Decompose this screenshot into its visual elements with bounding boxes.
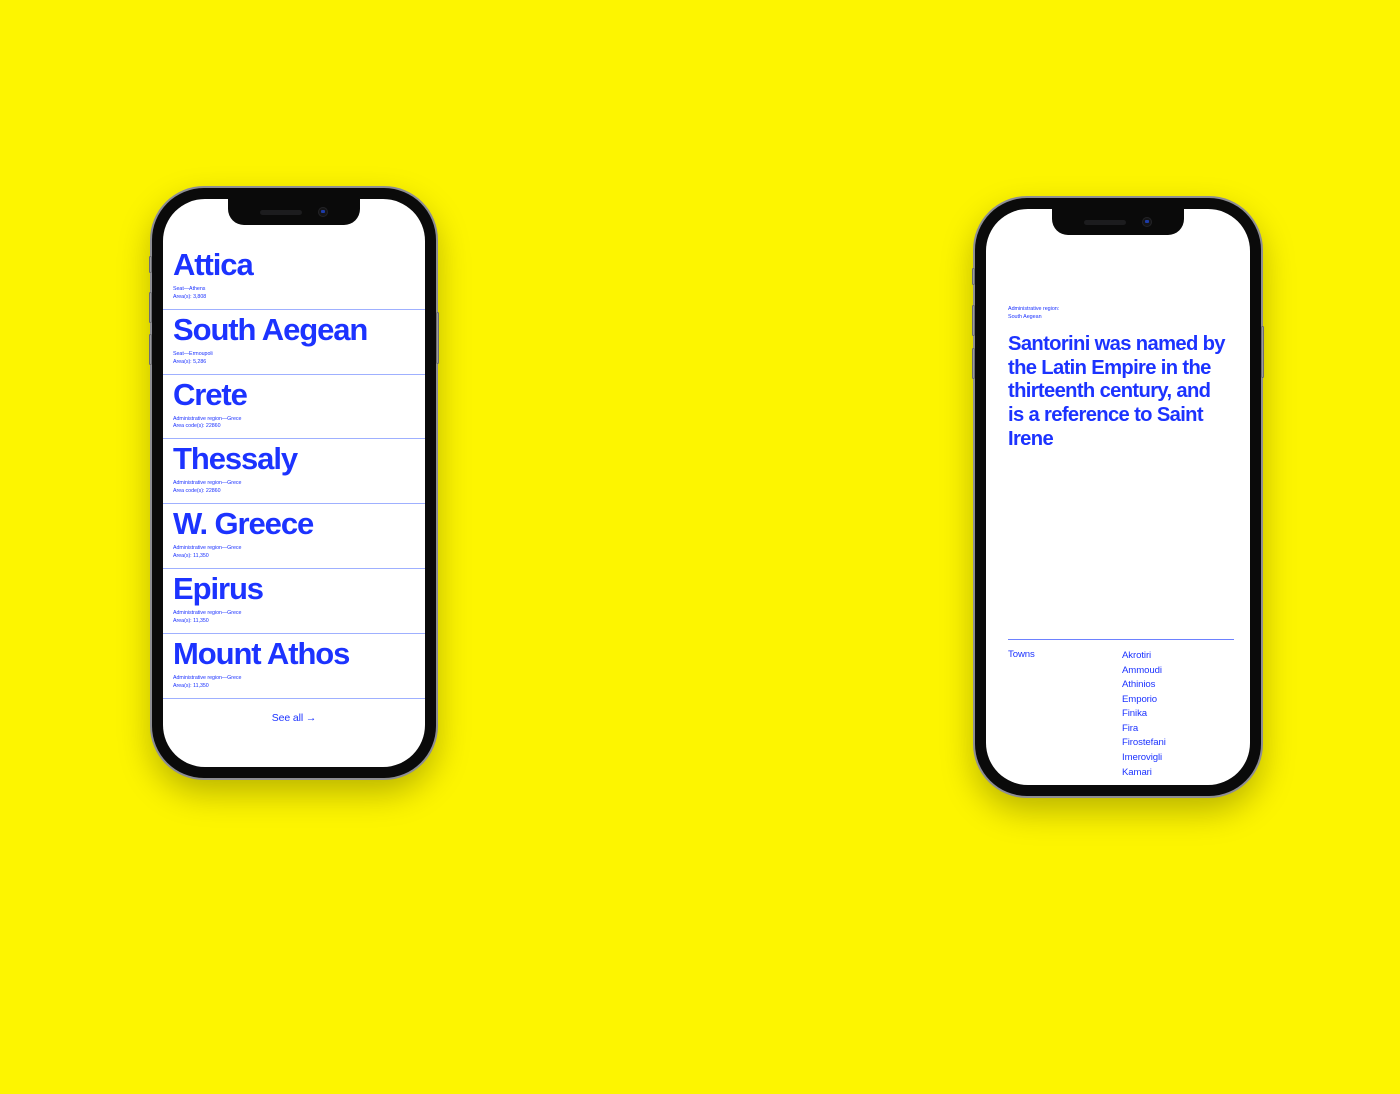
article-body: Administrative region: South Aegean Sant…	[986, 209, 1250, 452]
volume-up-button[interactable]	[149, 292, 152, 323]
region-meta-line-1: Administrative region—Grece	[173, 480, 242, 487]
region-meta: Administrative region—Grece Area(s): 11,…	[173, 545, 415, 561]
list-item[interactable]: Mount Athos Administrative region—Grece …	[163, 634, 425, 699]
phone-mockup-left: Attica Seat—Athens Area(s): 3,808 South …	[149, 188, 439, 778]
notch	[228, 199, 360, 225]
list-item[interactable]: Finika	[1122, 707, 1166, 722]
region-meta-line-2: Area(s): 11,350	[173, 617, 209, 624]
region-meta: Administrative region—Grece Area code(s)…	[173, 416, 415, 432]
region-meta: Administrative region—Grece Area(s): 11,…	[173, 675, 415, 691]
towns-section: Towns Akrotiri Ammoudi Athinios Emporio …	[1008, 639, 1234, 780]
list-item[interactable]: Crete Administrative region—Grece Area c…	[163, 375, 425, 440]
list-item[interactable]: Ammoudi	[1122, 664, 1166, 679]
region-title: Mount Athos	[173, 635, 350, 671]
region-meta-line-1: Administrative region—Grece	[173, 415, 242, 422]
region-meta: Administrative region—Grece Area code(s)…	[173, 480, 415, 496]
article-headline: Santorini was named by the Latin Empire …	[1008, 332, 1226, 451]
region-meta-line-1: Administrative region—Grece	[173, 545, 242, 552]
region-title: Attica	[173, 247, 254, 282]
region-meta: Seat—Ermoupoli Area(s): 5,286	[173, 351, 415, 367]
list-item[interactable]: Kamari	[1122, 766, 1166, 781]
region-title: Epirus	[173, 570, 264, 606]
list-item[interactable]: Emporio	[1122, 693, 1166, 708]
region-meta-line-2: Area code(s): 22860	[173, 423, 221, 430]
volume-down-button[interactable]	[972, 348, 975, 379]
article-kicker: Administrative region: South Aegean	[1008, 305, 1228, 322]
region-meta: Administrative region—Grece Area(s): 11,…	[173, 610, 415, 626]
region-meta-line-1: Seat—Ermoupoli	[173, 350, 213, 357]
region-meta-line-1: Seat—Athens	[173, 285, 206, 292]
power-button[interactable]	[436, 312, 439, 364]
kicker-line-1: Administrative region:	[1008, 306, 1060, 312]
list-item[interactable]: Athinios	[1122, 678, 1166, 693]
list-item[interactable]: South Aegean Seat—Ermoupoli Area(s): 5,2…	[163, 310, 425, 375]
region-meta-line-1: Administrative region—Grece	[173, 674, 242, 681]
front-camera-icon	[318, 207, 328, 217]
towns-label: Towns	[1008, 649, 1035, 660]
regions-list: Attica Seat—Athens Area(s): 3,808 South …	[163, 199, 425, 724]
region-title: Thessaly	[173, 441, 298, 477]
phone-left-screen: Attica Seat—Athens Area(s): 3,808 South …	[163, 199, 425, 767]
region-meta: Seat—Athens Area(s): 3,808	[173, 286, 415, 302]
list-item[interactable]: Imerovigli	[1122, 751, 1166, 766]
see-all-link[interactable]: See all →	[163, 699, 425, 724]
earpiece-speaker-icon	[1084, 219, 1126, 225]
earpiece-speaker-icon	[260, 209, 302, 215]
list-item[interactable]: Akrotiri	[1122, 649, 1166, 664]
power-button[interactable]	[1261, 326, 1264, 378]
volume-down-button[interactable]	[149, 334, 152, 365]
front-camera-icon	[1142, 217, 1152, 227]
list-item[interactable]: Thessaly Administrative region—Grece Are…	[163, 439, 425, 505]
phone-right-screen: Administrative region: South Aegean Sant…	[986, 209, 1250, 785]
region-title: W. Greece	[173, 506, 314, 542]
region-meta-line-2: Area(s): 11,350	[173, 682, 209, 689]
list-item[interactable]: Epirus Administrative region—Grece Area(…	[163, 569, 425, 634]
list-item[interactable]: Attica Seat—Athens Area(s): 3,808	[163, 245, 425, 310]
region-title: South Aegean	[173, 311, 368, 347]
mute-switch[interactable]	[972, 268, 975, 285]
region-meta-line-2: Area code(s): 22860	[173, 488, 221, 495]
kicker-line-2: South Aegean	[1008, 314, 1042, 321]
mute-switch[interactable]	[149, 256, 152, 273]
notch	[1052, 209, 1184, 235]
towns-list: Akrotiri Ammoudi Athinios Emporio Finika…	[1122, 649, 1166, 780]
list-item[interactable]: Firostefani	[1122, 736, 1166, 751]
region-title: Crete	[173, 376, 248, 412]
volume-up-button[interactable]	[972, 305, 975, 336]
poster-canvas: Attica Seat—Athens Area(s): 3,808 South …	[0, 0, 1400, 1094]
region-meta-line-2: Area(s): 11,350	[173, 553, 209, 560]
region-meta-line-2: Area(s): 3,808	[173, 293, 207, 300]
region-meta-line-2: Area(s): 5,286	[173, 358, 207, 365]
list-item[interactable]: Fira	[1122, 722, 1166, 737]
region-meta-line-1: Administrative region—Grece	[173, 609, 242, 616]
list-item[interactable]: W. Greece Administrative region—Grece Ar…	[163, 504, 425, 569]
phone-mockup-right: Administrative region: South Aegean Sant…	[972, 198, 1264, 796]
